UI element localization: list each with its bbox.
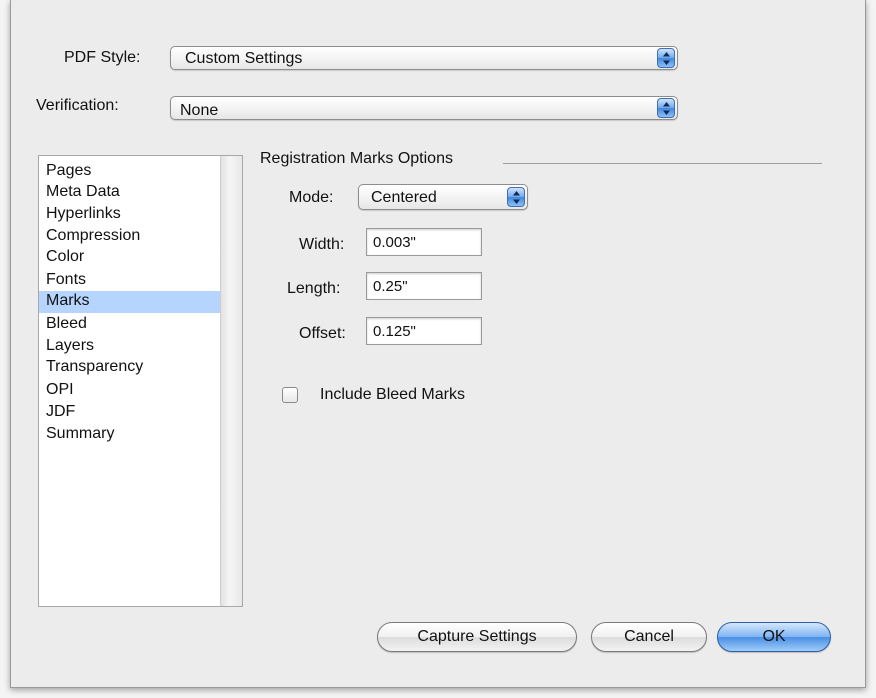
capture-settings-button[interactable]: Capture Settings <box>377 622 577 652</box>
include-bleed-marks-label[interactable]: Include Bleed Marks <box>320 386 465 404</box>
offset-label: Offset: <box>299 325 346 342</box>
length-input[interactable] <box>367 273 481 299</box>
registration-marks-group-title: Registration Marks Options <box>260 150 453 167</box>
list-item-jdf[interactable]: JDF <box>39 402 221 424</box>
pdf-style-value: Custom Settings <box>185 50 303 67</box>
mode-label: Mode: <box>289 189 334 206</box>
length-label: Length: <box>287 280 341 297</box>
verification-value: None <box>180 102 219 119</box>
pdf-style-label: PDF Style: <box>64 49 141 66</box>
list-item-bleed[interactable]: Bleed <box>39 314 221 336</box>
verification-popup[interactable]: None <box>170 96 678 120</box>
list-item-meta-data[interactable]: Meta Data <box>39 182 221 204</box>
up-down-arrows-icon <box>657 48 675 68</box>
group-divider <box>503 163 822 164</box>
list-item-fonts[interactable]: Fonts <box>39 270 221 292</box>
list-item-compression[interactable]: Compression <box>39 226 221 248</box>
list-item-layers[interactable]: Layers <box>39 336 221 358</box>
length-field[interactable] <box>366 272 482 300</box>
pdf-style-popup[interactable]: Custom Settings <box>170 46 678 70</box>
up-down-arrows-icon <box>657 98 675 118</box>
list-item-pages[interactable]: Pages <box>39 161 221 183</box>
offset-field[interactable] <box>366 317 482 345</box>
list-item-hyperlinks[interactable]: Hyperlinks <box>39 204 221 226</box>
list-item-transparency[interactable]: Transparency <box>39 357 221 379</box>
width-input[interactable] <box>367 229 481 255</box>
cancel-button[interactable]: Cancel <box>591 622 707 652</box>
width-label: Width: <box>299 236 345 253</box>
include-bleed-marks-checkbox[interactable] <box>282 387 298 403</box>
width-field[interactable] <box>366 228 482 256</box>
offset-input[interactable] <box>367 318 481 344</box>
up-down-arrows-icon <box>507 187 525 207</box>
list-item-marks[interactable]: Marks <box>39 291 221 313</box>
ok-button[interactable]: OK <box>717 622 831 652</box>
list-scrollbar[interactable] <box>220 156 242 606</box>
settings-category-list[interactable]: Pages Meta Data Hyperlinks Compression C… <box>38 155 243 607</box>
list-item-color[interactable]: Color <box>39 247 221 269</box>
mode-popup[interactable]: Centered <box>358 184 528 210</box>
mode-value: Centered <box>371 189 437 206</box>
verification-label: Verification: <box>36 97 119 114</box>
list-item-summary[interactable]: Summary <box>39 424 221 446</box>
list-item-opi[interactable]: OPI <box>39 380 221 402</box>
